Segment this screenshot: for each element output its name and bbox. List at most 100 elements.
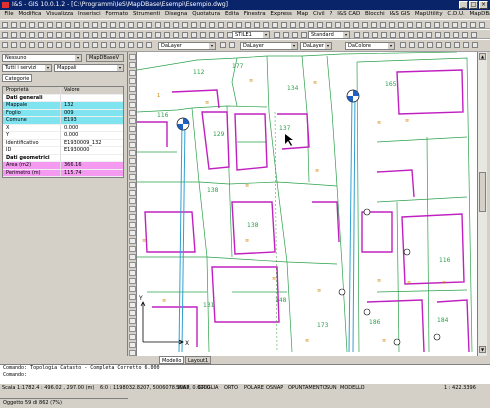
toolbar-button-icon[interactable] [173, 22, 179, 28]
color-combo[interactable]: DaColore ▾ [345, 42, 395, 50]
toolbar-button-icon[interactable] [317, 22, 323, 28]
draw-tool-icon[interactable] [129, 182, 136, 188]
menu-item[interactable]: Blocchi [363, 10, 388, 19]
draw-tool-icon[interactable] [129, 54, 136, 60]
toolbar-button-icon[interactable] [227, 32, 233, 38]
toolbar-button-icon[interactable] [29, 42, 35, 48]
toolbar-button-icon[interactable] [461, 22, 467, 28]
toolbar-button-icon[interactable] [272, 22, 278, 28]
toolbar-button-icon[interactable] [445, 42, 451, 48]
property-row[interactable]: X 0.000 [3, 124, 123, 132]
status-toggle[interactable]: ORTO [224, 384, 238, 392]
draw-tool-icon[interactable] [129, 294, 136, 300]
toolbar-button-icon[interactable] [416, 22, 422, 28]
vertical-scrollbar[interactable]: ▲ ▼ [477, 52, 487, 356]
status-toggle[interactable]: GRIGLIA [198, 384, 218, 392]
property-row[interactable]: Y 0.000 [3, 132, 123, 140]
toolbar-button-icon[interactable] [229, 42, 235, 48]
toolbar-button-icon[interactable] [389, 22, 395, 28]
status-toggle[interactable]: POLARE [244, 384, 264, 392]
toolbar-button-icon[interactable] [92, 22, 98, 28]
toolbar-button-icon[interactable] [400, 42, 406, 48]
toolbar-button-icon[interactable] [29, 22, 35, 28]
toolbar-button-icon[interactable] [20, 42, 26, 48]
toolbar-button-icon[interactable] [155, 32, 161, 38]
toolbar-button-icon[interactable] [128, 32, 134, 38]
toolbar-button-icon[interactable] [380, 22, 386, 28]
mapdbase-button[interactable]: MapDBaseV [86, 54, 124, 62]
menu-item[interactable]: Disegna [163, 10, 190, 19]
toolbar-button-icon[interactable] [427, 42, 433, 48]
toolbar-button-icon[interactable] [381, 32, 387, 38]
minimize-button[interactable]: _ [459, 1, 468, 9]
toolbar-button-icon[interactable] [425, 22, 431, 28]
toolbar-button-icon[interactable] [56, 22, 62, 28]
draw-tool-icon[interactable] [129, 222, 136, 228]
toolbar-button-icon[interactable] [191, 32, 197, 38]
toolbar-button-icon[interactable] [236, 22, 242, 28]
menu-item[interactable]: File [2, 10, 16, 19]
toolbar-button-icon[interactable] [218, 22, 224, 28]
map-combo[interactable]: Mappali ▾ [54, 64, 124, 72]
toolbar-button-icon[interactable] [290, 22, 296, 28]
toolbar-button-icon[interactable] [472, 42, 478, 48]
draw-tool-icon[interactable] [129, 142, 136, 148]
toolbar-button-icon[interactable] [227, 22, 233, 28]
toolbar-button-icon[interactable] [65, 22, 71, 28]
toolbar-button-icon[interactable] [128, 22, 134, 28]
property-row[interactable]: Mappale 132 [3, 102, 123, 110]
toolbar-button-icon[interactable] [281, 22, 287, 28]
toolbar-button-icon[interactable] [29, 32, 35, 38]
menu-item[interactable]: C.D.U. [445, 10, 467, 19]
layer-combo-2[interactable]: DaLayer ▾ [240, 42, 298, 50]
draw-tool-icon[interactable] [129, 302, 136, 308]
toolbar-button-icon[interactable] [2, 42, 8, 48]
property-row[interactable]: Dati geometrici [3, 154, 123, 162]
status-toggle[interactable]: SUN [326, 384, 337, 392]
toolbar-button-icon[interactable] [444, 32, 450, 38]
toolbar-button-icon[interactable] [418, 42, 424, 48]
toolbar-button-icon[interactable] [426, 32, 432, 38]
toolbar-button-icon[interactable] [128, 42, 134, 48]
toolbar-button-icon[interactable] [47, 42, 53, 48]
property-row[interactable]: Identificativo E1930009_132 [3, 139, 123, 147]
toolbar-button-icon[interactable] [83, 42, 89, 48]
toolbar-button-icon[interactable] [435, 32, 441, 38]
draw-tool-icon[interactable] [129, 166, 136, 172]
toolbar-button-icon[interactable] [353, 22, 359, 28]
dimstyle-combo[interactable]: Standard ▾ [308, 31, 350, 39]
status-toggle[interactable]: OPUNTAMENTO [288, 384, 327, 392]
draw-tool-icon[interactable] [129, 246, 136, 252]
toolbar-button-icon[interactable] [452, 22, 458, 28]
toolbar-button-icon[interactable] [119, 42, 125, 48]
toolbar-button-icon[interactable] [209, 22, 215, 28]
toolbar-button-icon[interactable] [407, 22, 413, 28]
draw-tool-icon[interactable] [129, 278, 136, 284]
toolbar-button-icon[interactable] [292, 32, 298, 38]
toolbar-button-icon[interactable] [218, 32, 224, 38]
toolbar-button-icon[interactable] [399, 32, 405, 38]
menu-item[interactable]: Formato [103, 10, 131, 19]
draw-tool-icon[interactable] [129, 62, 136, 68]
menu-item[interactable]: Quotatura [190, 10, 223, 19]
menu-item[interactable]: MapDBase [467, 10, 490, 19]
toolbar-button-icon[interactable] [371, 22, 377, 28]
toolbar-button-icon[interactable] [83, 32, 89, 38]
toolbar-button-icon[interactable] [137, 42, 143, 48]
menu-item[interactable]: Inserisci [76, 10, 103, 19]
toolbar-button-icon[interactable] [191, 22, 197, 28]
toolbar-button-icon[interactable] [479, 22, 485, 28]
menu-item[interactable]: I&S CAD [335, 10, 363, 19]
draw-tool-icon[interactable] [129, 134, 136, 140]
toolbar-button-icon[interactable] [263, 22, 269, 28]
tab-layout1[interactable]: Layout1 [185, 356, 212, 364]
draw-tool-icon[interactable] [129, 342, 136, 348]
command-prompt[interactable]: Comando: [3, 372, 490, 379]
toolbar-button-icon[interactable] [146, 32, 152, 38]
toolbar-button-icon[interactable] [164, 22, 170, 28]
toolbar-button-icon[interactable] [326, 22, 332, 28]
toolbar-button-icon[interactable] [83, 22, 89, 28]
property-row[interactable]: Comune E193 [3, 117, 123, 125]
toolbar-button-icon[interactable] [146, 22, 152, 28]
toolbar-button-icon[interactable] [220, 42, 226, 48]
